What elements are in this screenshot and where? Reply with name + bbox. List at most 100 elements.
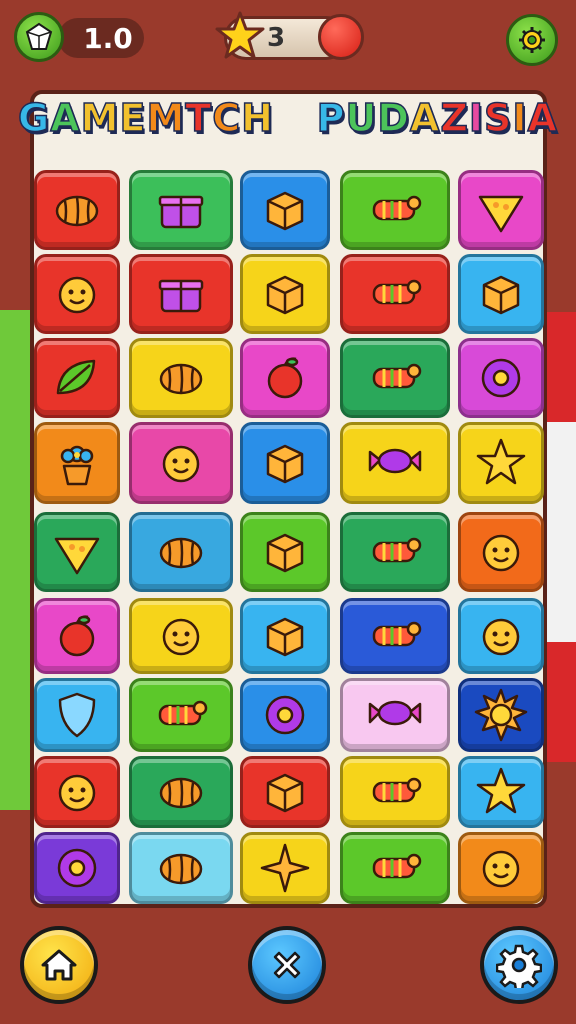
heart-face-icon (482, 618, 520, 656)
candy-roll-icon (372, 537, 422, 563)
game-tile[interactable] (129, 512, 233, 592)
game-tile[interactable] (240, 170, 330, 250)
title-letter: D (377, 95, 410, 141)
game-tile[interactable] (458, 512, 544, 592)
game-tile[interactable] (34, 422, 120, 504)
game-tile[interactable] (34, 254, 120, 334)
game-tile[interactable] (240, 254, 330, 334)
carrot-face-icon (58, 774, 96, 812)
top-hud: 1.0 3 (0, 0, 576, 80)
shield-icon (58, 692, 96, 738)
title-letter: I (512, 95, 528, 141)
game-tile[interactable] (240, 832, 330, 904)
settings-button[interactable] (480, 926, 558, 1004)
title-letter: I (468, 95, 485, 141)
gift-box-icon (158, 195, 204, 229)
smiley-icon (482, 534, 520, 572)
close-icon (273, 951, 301, 979)
pumpkin-icon (159, 853, 203, 885)
box-icon (482, 275, 520, 315)
game-tile[interactable] (458, 422, 544, 504)
gear-icon (496, 944, 542, 988)
sun-icon (474, 688, 528, 742)
game-tile[interactable] (129, 422, 233, 504)
home-button[interactable] (20, 926, 98, 1004)
background-stripe-left (0, 310, 30, 810)
game-tile[interactable] (340, 512, 450, 592)
croissant-icon (159, 777, 203, 809)
game-tile[interactable] (458, 598, 544, 674)
game-tile[interactable] (129, 170, 233, 250)
game-tile[interactable] (129, 756, 233, 828)
background-stripe-right-white (546, 422, 576, 642)
game-tile[interactable] (240, 338, 330, 418)
title-word-2: PUDAZISIA (316, 95, 558, 141)
game-tile[interactable] (34, 170, 120, 250)
game-tile[interactable] (240, 598, 330, 674)
sparkle-icon (260, 843, 310, 893)
title-letter: U (345, 95, 378, 141)
star-icon (476, 438, 526, 485)
plant-face-icon (162, 445, 200, 483)
game-tile[interactable] (458, 832, 544, 904)
game-tile[interactable] (340, 598, 450, 674)
game-tile[interactable] (34, 512, 120, 592)
carrot-face-icon (58, 276, 96, 314)
dice-icon (266, 773, 304, 813)
game-tile[interactable] (240, 756, 330, 828)
title-letter: G (17, 95, 51, 141)
game-tile[interactable] (340, 832, 450, 904)
game-tile[interactable] (129, 678, 233, 752)
game-tile[interactable] (34, 832, 120, 904)
game-tile[interactable] (458, 756, 544, 828)
candy-roll-icon (372, 279, 422, 305)
candy-roll-icon (372, 621, 422, 647)
star-icon (476, 767, 526, 814)
game-title: GAMEMTCH PUDAZISIA (0, 95, 576, 141)
game-tile[interactable] (34, 598, 120, 674)
stars-count: 3 (266, 23, 286, 53)
gem-icon[interactable] (14, 12, 64, 62)
game-tile[interactable] (458, 254, 544, 334)
game-tile[interactable] (340, 170, 450, 250)
plum-icon (59, 615, 95, 657)
leaf-icon (56, 359, 96, 395)
title-letter: A (49, 95, 81, 141)
game-tile[interactable] (240, 678, 330, 752)
treasure-chest-icon (158, 279, 204, 313)
game-tile[interactable] (340, 756, 450, 828)
game-tile[interactable] (458, 338, 544, 418)
wrapped-candy-icon (368, 448, 422, 474)
game-tile[interactable] (458, 678, 544, 752)
game-tile[interactable] (458, 170, 544, 250)
game-tile[interactable] (340, 422, 450, 504)
close-button[interactable] (248, 926, 326, 1004)
pizza-slice-icon (478, 195, 524, 233)
candy-roll-icon (372, 363, 422, 389)
red-gem-button[interactable] (318, 14, 364, 60)
game-tile[interactable] (340, 338, 450, 418)
dice-icon (266, 275, 304, 315)
game-tile[interactable] (129, 338, 233, 418)
game-tile[interactable] (129, 254, 233, 334)
game-tile[interactable] (240, 512, 330, 592)
title-letter: A (409, 95, 441, 141)
game-tile[interactable] (129, 832, 233, 904)
level-value: 1.0 (83, 21, 133, 55)
apple-icon (267, 357, 303, 399)
candy-roll-icon (372, 777, 422, 803)
title-letter: T (185, 95, 213, 141)
title-letter: S (483, 95, 513, 141)
game-tile[interactable] (129, 598, 233, 674)
settings-button-top[interactable] (506, 14, 558, 66)
game-tile[interactable] (34, 756, 120, 828)
title-letter: M (80, 95, 120, 141)
bread-icon (55, 195, 99, 227)
game-tile[interactable] (340, 254, 450, 334)
game-tile[interactable] (240, 422, 330, 504)
game-tile[interactable] (34, 678, 120, 752)
title-letter: A (527, 95, 558, 141)
game-tile[interactable] (340, 678, 450, 752)
title-letter: H (240, 95, 274, 141)
game-tile[interactable] (34, 338, 120, 418)
